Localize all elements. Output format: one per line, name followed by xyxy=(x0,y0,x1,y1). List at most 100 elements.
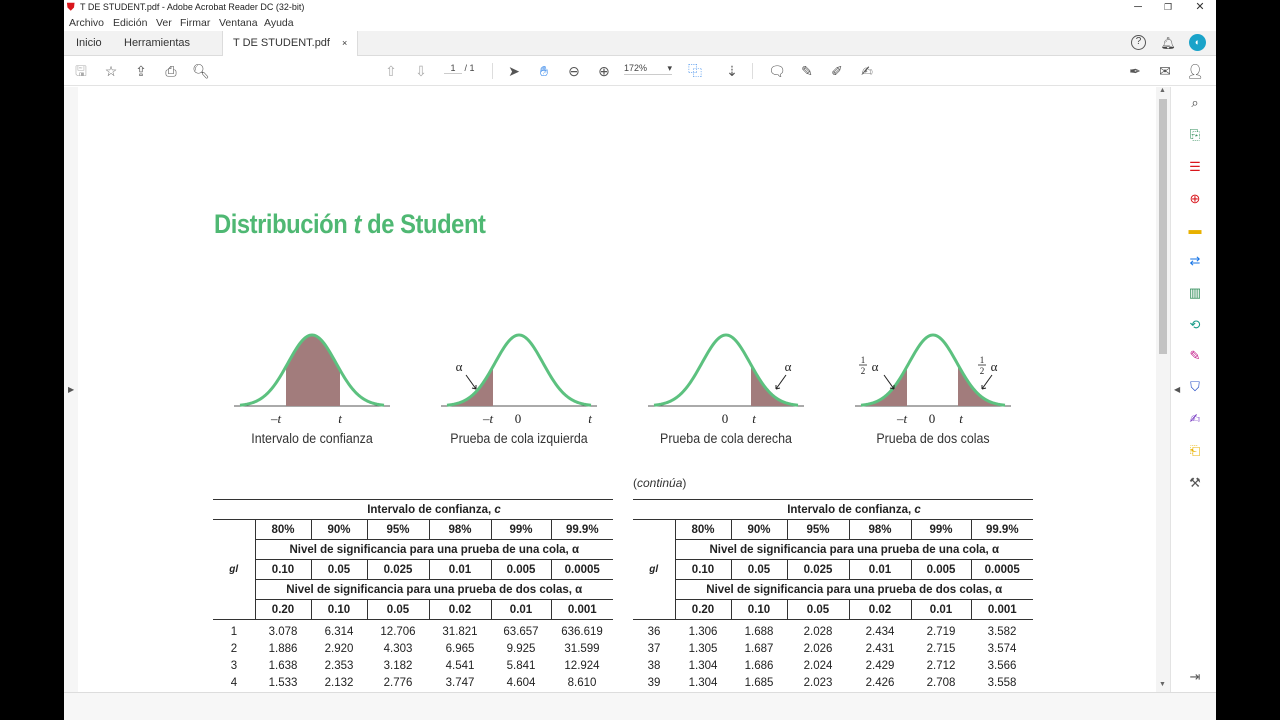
zoom-select[interactable]: 172% ▾ xyxy=(624,63,672,75)
upload-icon[interactable]: ⇪ xyxy=(131,61,151,81)
tick-zero-3: 0 xyxy=(722,411,729,426)
zoom-out-icon[interactable]: ⊖ xyxy=(564,61,584,81)
avatar[interactable]: ◐ xyxy=(1189,34,1206,51)
compress-pdf-icon[interactable]: ▥ xyxy=(1186,284,1204,302)
value-cell: 4.541 xyxy=(445,660,475,672)
export-pdf-icon[interactable]: ⎘ xyxy=(1186,126,1204,144)
prev-page-icon[interactable]: ⇧ xyxy=(381,61,401,81)
zoom-tool-icon[interactable]: ⌕ xyxy=(1186,94,1204,112)
arrow-two-tail-left xyxy=(883,374,895,390)
value-cell: 2.132 xyxy=(324,677,354,689)
half-num-right: 1 xyxy=(980,355,985,365)
conf-cell: 99.9% xyxy=(550,519,613,540)
ci-var: c xyxy=(494,503,501,516)
combine-files-icon[interactable]: ⇄ xyxy=(1186,252,1204,270)
vertical-scrollbar[interactable]: ▲ ▼ xyxy=(1156,87,1170,692)
ci-header-text: Intervalo de confianza, xyxy=(367,503,495,516)
menu-ventana[interactable]: Ventana xyxy=(219,17,258,29)
value-cell: 6.314 xyxy=(324,626,354,639)
chevron-left-icon[interactable]: ◀ xyxy=(1174,385,1180,394)
value-cell: 1.638 xyxy=(268,660,298,672)
value-cell: 1.305 xyxy=(688,643,718,655)
fill-sign-tool-icon[interactable]: ✎ xyxy=(1186,347,1204,365)
minimize-icon[interactable]: ─ xyxy=(1122,0,1154,15)
one-tail-cell: 0.025 xyxy=(366,559,429,580)
value-cell: 9.925 xyxy=(506,643,536,655)
df-cell: 1 xyxy=(230,626,238,639)
tab-home-label: Inicio xyxy=(76,37,102,49)
two-tail-cell: 0.02 xyxy=(848,599,911,620)
organize-pages-icon[interactable]: ☰ xyxy=(1186,158,1204,176)
menu-ayuda[interactable]: Ayuda xyxy=(264,17,294,29)
mail-icon[interactable]: ✉︎ xyxy=(1155,61,1175,81)
print-icon[interactable]: ⎙ xyxy=(161,61,181,81)
scrollbar-thumb[interactable] xyxy=(1159,99,1167,354)
hand-tool-icon[interactable]: ✋︎ xyxy=(534,61,554,81)
sign-icon[interactable]: ✍︎ xyxy=(857,61,877,81)
one-tail-header: Nivel de significancia para una prueba d… xyxy=(674,539,1033,560)
draw-icon[interactable]: ✐ xyxy=(827,61,847,81)
one-tail-cell: 0.0005 xyxy=(550,559,613,580)
tab-home[interactable]: Inicio xyxy=(66,31,112,56)
value-cell: 4.303 xyxy=(383,643,413,655)
tab-document[interactable]: T DE STUDENT.pdf × xyxy=(222,31,359,57)
conf-cell: 98% xyxy=(848,519,911,540)
next-page-icon[interactable]: ⇩ xyxy=(411,61,431,81)
request-signature-icon[interactable]: ✍︎ xyxy=(1186,410,1204,428)
fill-sign-icon[interactable]: ✒︎ xyxy=(1125,61,1145,81)
share-user-icon[interactable]: 👤︎ xyxy=(1185,61,1205,81)
menu-archivo[interactable]: Archivo xyxy=(69,17,104,29)
toolbar: 🖫︎ ☆ ⇪ ⎙ 🔍︎ ⇧ ⇩ 1 / 1 ➤ ✋︎ ⊖ ⊕ 172% ▾ ⿻ ⇣… xyxy=(64,56,1216,86)
title-text-italic: t xyxy=(353,209,361,239)
save-icon[interactable]: 🖫︎ xyxy=(71,61,91,81)
table-row: 39 1.304 1.685 2.023 2.426 2.708 3.558 xyxy=(633,675,1033,692)
two-tail-cell: 0.02 xyxy=(428,599,491,620)
restore-icon[interactable]: ❐ xyxy=(1152,0,1184,15)
comment-icon[interactable]: 🗨︎ xyxy=(767,61,787,81)
one-tail-cell: 0.005 xyxy=(910,559,971,580)
help-icon[interactable]: ? xyxy=(1131,35,1146,50)
fit-page-icon[interactable]: ⿻ xyxy=(685,61,705,81)
scroll-down-icon[interactable]: ▼ xyxy=(1159,681,1166,688)
collapse-panel-icon[interactable]: ⇥ xyxy=(1186,668,1204,686)
star-icon[interactable]: ☆ xyxy=(101,61,121,81)
bell-icon[interactable]: 🔔︎ xyxy=(1159,34,1177,52)
create-pdf-icon[interactable]: ⊕ xyxy=(1186,190,1204,208)
select-cursor-icon[interactable]: ➤ xyxy=(504,61,524,81)
highlight-pen-icon[interactable]: ✎ xyxy=(797,61,817,81)
tick-t-3: t xyxy=(752,411,756,426)
arrow-left-tail xyxy=(465,374,477,390)
zoom-in-icon[interactable]: ⊕ xyxy=(594,61,614,81)
menu-edicion[interactable]: Edición xyxy=(113,17,147,29)
alpha-label-2: α xyxy=(456,359,463,374)
menu-ver[interactable]: Ver xyxy=(156,17,172,29)
table-row: 1 3.078 6.314 12.706 31.821 63.657 636.619 xyxy=(213,620,613,641)
value-cell: 8.610 xyxy=(567,677,597,689)
conf-cell: 90% xyxy=(310,519,367,540)
protect-icon[interactable]: ⛉ xyxy=(1186,378,1204,396)
tick-neg-t-1: –t xyxy=(270,411,282,426)
zoom-search-icon[interactable]: 🔍︎ xyxy=(191,61,211,81)
send-review-icon[interactable]: ⎗ xyxy=(1186,442,1204,460)
menu-firmar[interactable]: Firmar xyxy=(180,17,210,29)
shaded-region xyxy=(864,366,907,406)
tick-neg-t-4: –t xyxy=(896,411,908,426)
diagram-ticks: –t t –t 0 t α 0 t α –t 0 t 1 2 α 1 2 α xyxy=(270,355,998,426)
ci-var: c xyxy=(914,503,921,516)
tab-tools[interactable]: Herramientas xyxy=(114,31,200,56)
close-icon[interactable]: ✕ xyxy=(1184,0,1216,15)
value-cell: 4.604 xyxy=(506,677,536,689)
comment-tool-icon[interactable]: ▬ xyxy=(1186,221,1204,239)
page-number-input[interactable]: 1 xyxy=(444,63,462,74)
scan-ocr-icon[interactable]: ⟲ xyxy=(1186,316,1204,334)
left-panel-toggle[interactable]: ▶ xyxy=(64,87,78,692)
conf-cell: 95% xyxy=(786,519,849,540)
conf-cell: 99.9% xyxy=(970,519,1033,540)
two-tail-cell: 0.20 xyxy=(254,599,311,620)
more-tools-icon[interactable]: ⚒︎ xyxy=(1186,474,1204,492)
tick-neg-t-2: –t xyxy=(482,411,494,426)
value-cell: 1.688 xyxy=(744,626,774,639)
scroll-up-icon[interactable]: ▲ xyxy=(1159,87,1166,94)
scroll-mode-icon[interactable]: ⇣ xyxy=(722,61,742,81)
tab-close-icon[interactable]: × xyxy=(342,38,347,48)
